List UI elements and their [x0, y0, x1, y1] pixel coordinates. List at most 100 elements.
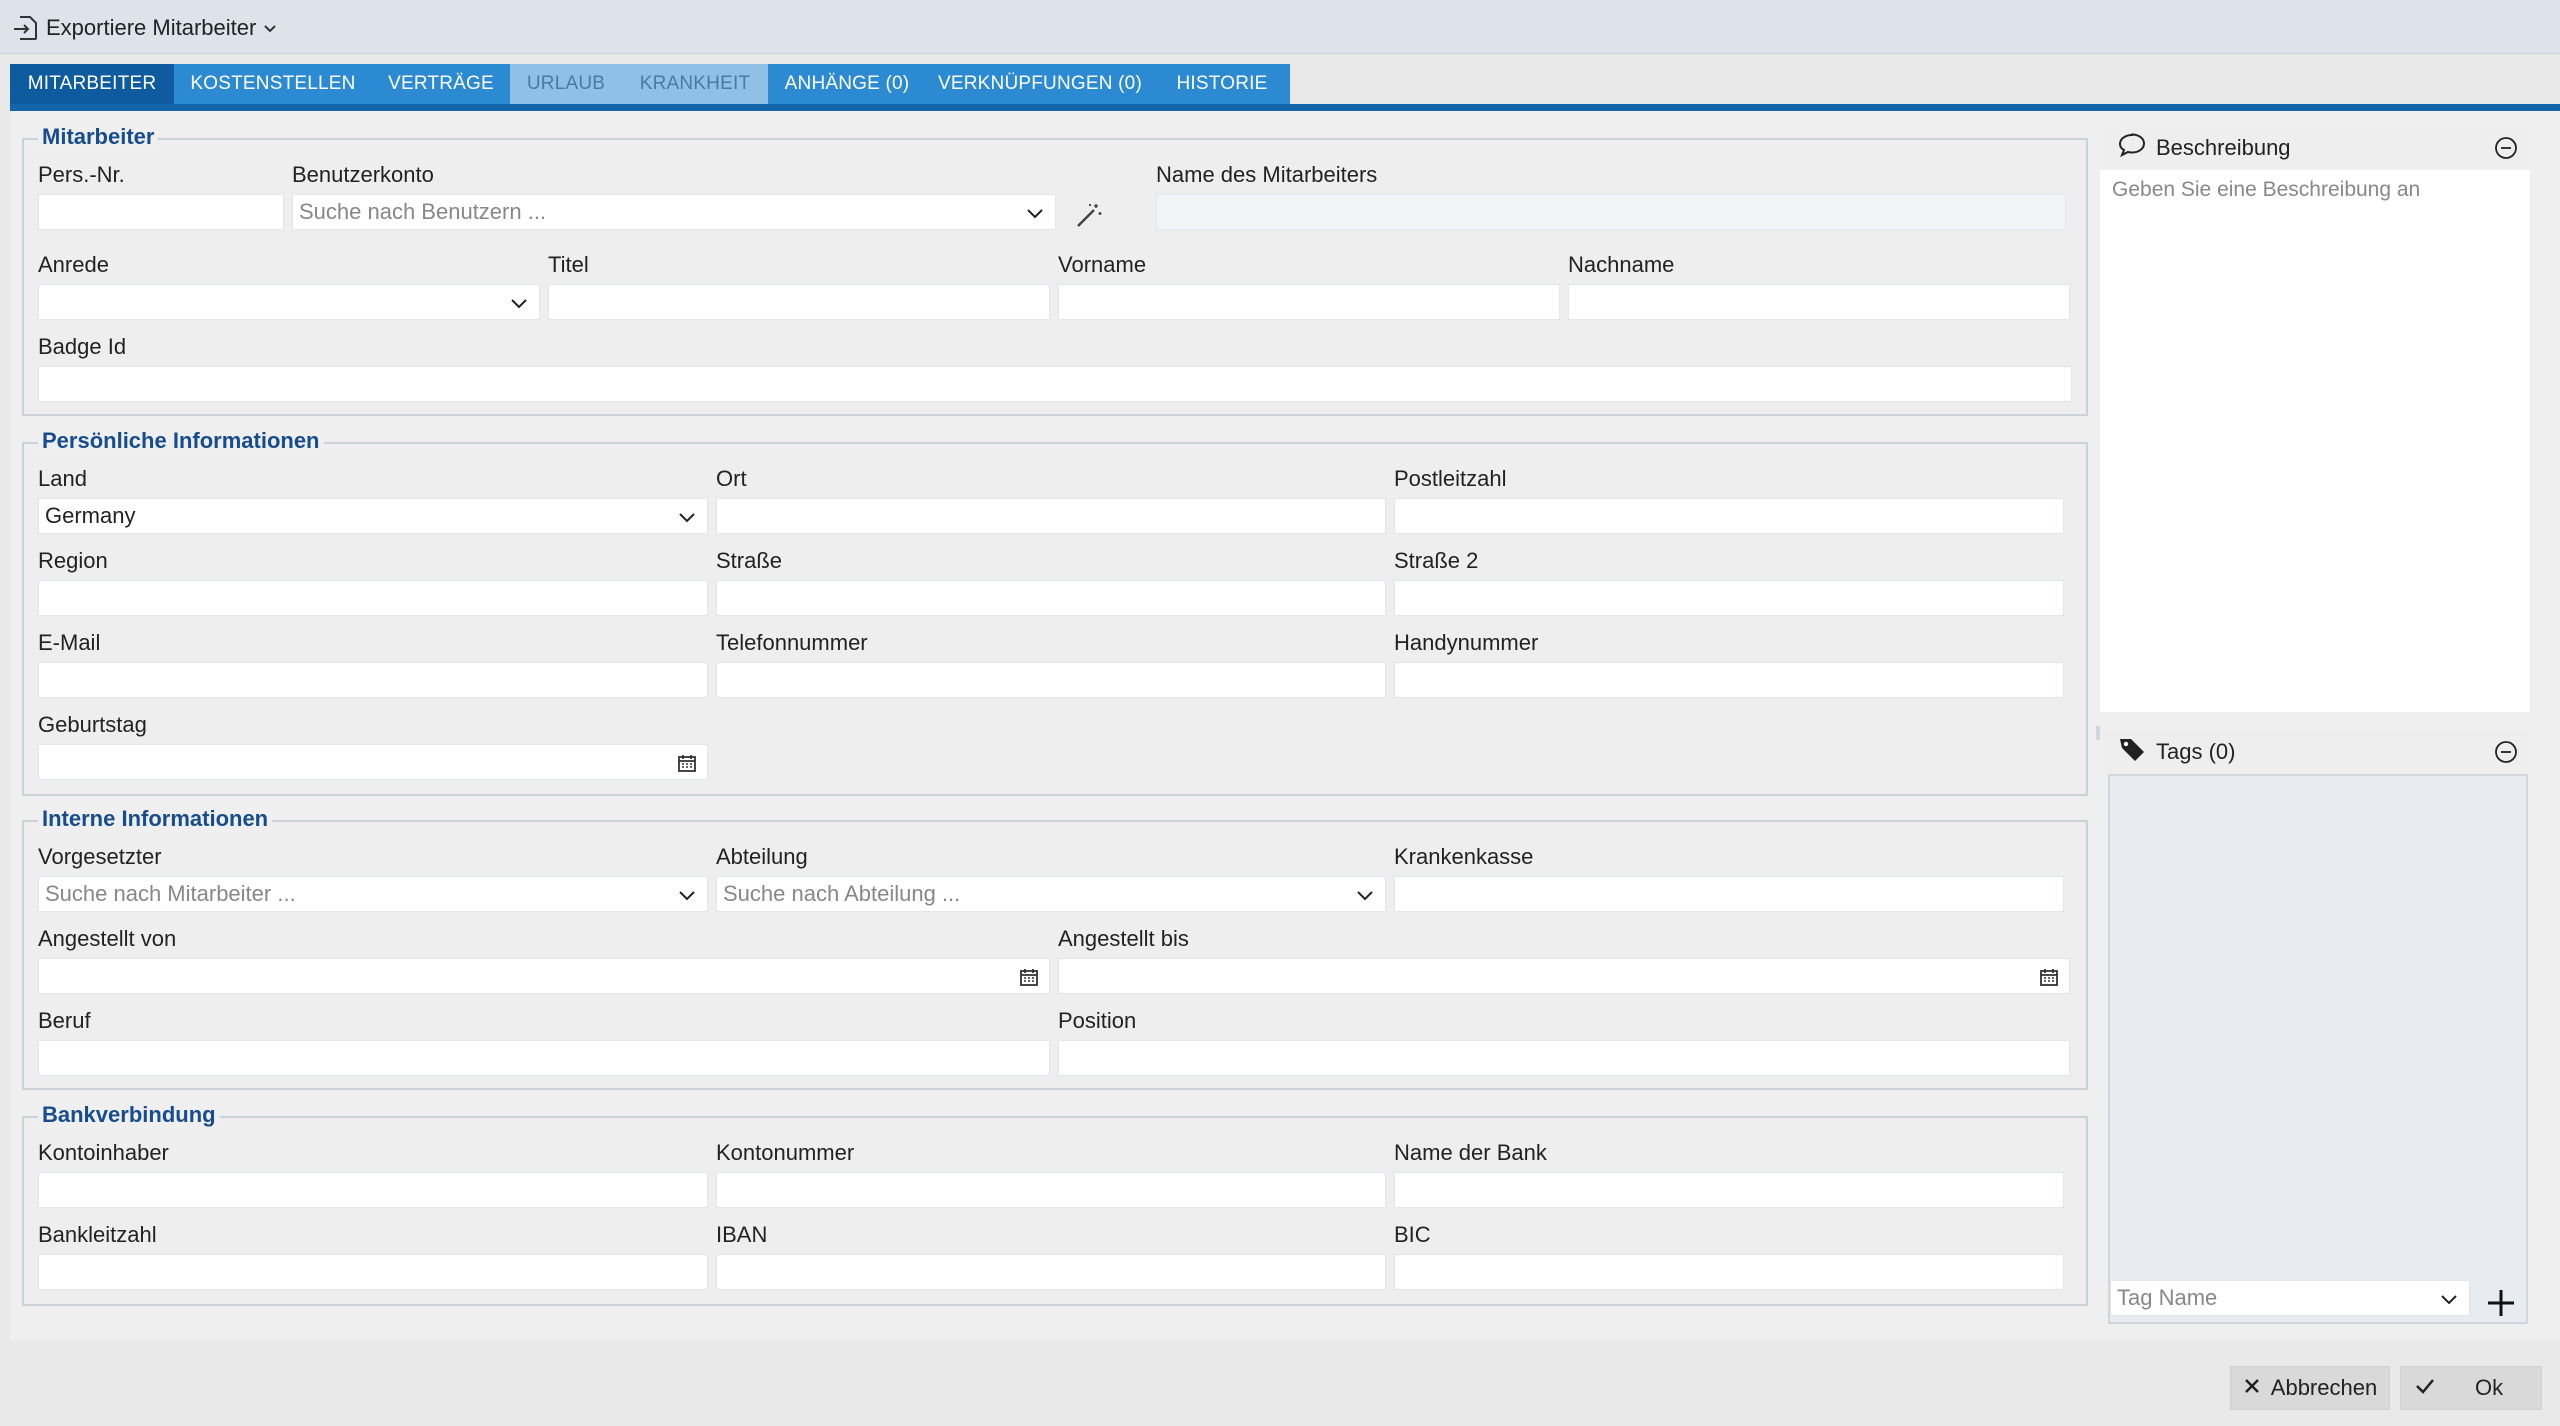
tab-underline [10, 104, 2560, 111]
benutzerkonto-placeholder: Suche nach Benutzern ... [299, 199, 547, 224]
angestellt-bis-field[interactable] [1058, 958, 2070, 994]
beschreibung-placeholder: Geben Sie eine Beschreibung an [2112, 178, 2421, 201]
position-field[interactable] [1058, 1040, 2070, 1076]
email-label: E-Mail [38, 630, 101, 655]
telefon-field[interactable] [716, 662, 1386, 698]
legend-bankverbindung: Bankverbindung [38, 1102, 220, 1128]
angestellt-bis-label: Angestellt bis [1058, 926, 1189, 951]
chevron-down-icon [509, 293, 529, 319]
email-field[interactable] [38, 662, 708, 698]
postleitzahl-label: Postleitzahl [1394, 466, 1507, 491]
tag-name-select[interactable]: Tag Name [2110, 1280, 2470, 1316]
title-bar [0, 0, 2560, 54]
cancel-label: Abbrechen [2270, 1375, 2378, 1400]
cancel-button[interactable]: Abbrechen [2230, 1366, 2390, 1410]
name-mitarbeiter-label: Name des Mitarbeiters [1156, 162, 1378, 187]
check-icon [2415, 1375, 2435, 1401]
vorgesetzter-select[interactable]: Suche nach Mitarbeiter ... [38, 876, 708, 912]
bankleitzahl-field[interactable] [38, 1254, 708, 1290]
beschreibung-title: Beschreibung [2156, 135, 2291, 160]
bic-field[interactable] [1394, 1254, 2064, 1290]
legend-persoenliche-informationen: Persönliche Informationen [38, 428, 324, 454]
tab-historie[interactable]: HISTORIE [1154, 64, 1290, 104]
collapse-icon[interactable] [2494, 136, 2518, 166]
collapse-icon[interactable] [2494, 740, 2518, 770]
anrede-select[interactable] [38, 284, 540, 320]
telefon-label: Telefonnummer [716, 630, 868, 655]
calendar-icon[interactable] [1019, 967, 1039, 993]
angestellt-von-field[interactable] [38, 958, 1050, 994]
vorgesetzter-placeholder: Suche nach Mitarbeiter ... [45, 881, 296, 906]
titel-field[interactable] [548, 284, 1050, 320]
tag-name-placeholder: Tag Name [2117, 1285, 2218, 1310]
iban-label: IBAN [716, 1222, 768, 1247]
tab-urlaub[interactable]: URLAUB [510, 64, 622, 104]
tags-list [2108, 774, 2528, 1324]
name-der-bank-field[interactable] [1394, 1172, 2064, 1208]
kontonummer-label: Kontonummer [716, 1140, 855, 1165]
badge-id-label: Badge Id [38, 334, 127, 359]
handy-label: Handynummer [1394, 630, 1539, 655]
benutzerkonto-select[interactable]: Suche nach Benutzern ... [292, 194, 1056, 230]
handy-field[interactable] [1394, 662, 2064, 698]
tab-anhaenge[interactable]: ANHÄNGE (0) [768, 64, 926, 104]
beschreibung-textarea[interactable]: Geben Sie eine Beschreibung an [2108, 174, 2524, 704]
vorgesetzter-label: Vorgesetzter [38, 844, 162, 869]
chevron-down-icon [1025, 203, 1045, 229]
tag-icon [2118, 736, 2146, 768]
tab-krankheit[interactable]: KRANKHEIT [622, 64, 768, 104]
benutzerkonto-label: Benutzerkonto [292, 162, 434, 187]
postleitzahl-field[interactable] [1394, 498, 2064, 534]
add-tag-icon[interactable] [2484, 1286, 2518, 1325]
kontoinhaber-field[interactable] [38, 1172, 708, 1208]
export-menu[interactable]: Exportiere Mitarbeiter [12, 12, 278, 44]
tags-header: Tags (0) [2100, 730, 2530, 774]
abteilung-select[interactable]: Suche nach Abteilung ... [716, 876, 1386, 912]
pers-nr-label: Pers.-Nr. [38, 162, 125, 187]
calendar-icon[interactable] [677, 753, 697, 779]
tab-verknuepfungen[interactable]: VERKNÜPFUNGEN (0) [926, 64, 1154, 104]
tags-title: Tags (0) [2156, 739, 2236, 764]
strasse-field[interactable] [716, 580, 1386, 616]
titel-label: Titel [548, 252, 589, 277]
legend-mitarbeiter: Mitarbeiter [38, 124, 159, 150]
chevron-down-icon [677, 507, 697, 533]
anrede-label: Anrede [38, 252, 109, 277]
ok-button[interactable]: Ok [2400, 1366, 2542, 1410]
beschreibung-header: Beschreibung [2100, 126, 2530, 170]
tab-vertraege[interactable]: VERTRÄGE [372, 64, 510, 104]
window-title: Exportiere Mitarbeiter [46, 15, 257, 40]
chevron-down-icon [2439, 1289, 2459, 1315]
nachname-label: Nachname [1568, 252, 1675, 277]
iban-field[interactable] [716, 1254, 1386, 1290]
group-persoenliche-informationen: Persönliche Informationen [22, 428, 2088, 796]
kontonummer-field[interactable] [716, 1172, 1386, 1208]
tab-kostenstellen[interactable]: KOSTENSTELLEN [174, 64, 372, 104]
tab-mitarbeiter[interactable]: MITARBEITER [10, 64, 174, 104]
nachname-field[interactable] [1568, 284, 2070, 320]
ort-label: Ort [716, 466, 747, 491]
krankenkasse-field[interactable] [1394, 876, 2064, 912]
strasse2-label: Straße 2 [1394, 548, 1479, 573]
vorname-label: Vorname [1058, 252, 1147, 277]
chevron-down-icon [262, 20, 278, 36]
ort-field[interactable] [716, 498, 1386, 534]
vorname-field[interactable] [1058, 284, 1560, 320]
land-value: Germany [45, 503, 136, 528]
strasse2-field[interactable] [1394, 580, 2064, 616]
badge-id-field[interactable] [38, 366, 2072, 402]
geburtstag-field[interactable] [38, 744, 708, 780]
chevron-down-icon [1355, 885, 1375, 911]
beruf-field[interactable] [38, 1040, 1050, 1076]
chevron-down-icon [677, 885, 697, 911]
region-field[interactable] [38, 580, 708, 616]
magic-wand-icon[interactable] [1074, 200, 1104, 235]
angestellt-von-label: Angestellt von [38, 926, 177, 951]
calendar-icon[interactable] [2039, 967, 2059, 993]
pers-nr-field[interactable] [38, 194, 284, 230]
region-label: Region [38, 548, 108, 573]
ok-label: Ok [2475, 1375, 2504, 1400]
land-select[interactable]: Germany [38, 498, 708, 534]
kontoinhaber-label: Kontoinhaber [38, 1140, 169, 1165]
abteilung-label: Abteilung [716, 844, 808, 869]
